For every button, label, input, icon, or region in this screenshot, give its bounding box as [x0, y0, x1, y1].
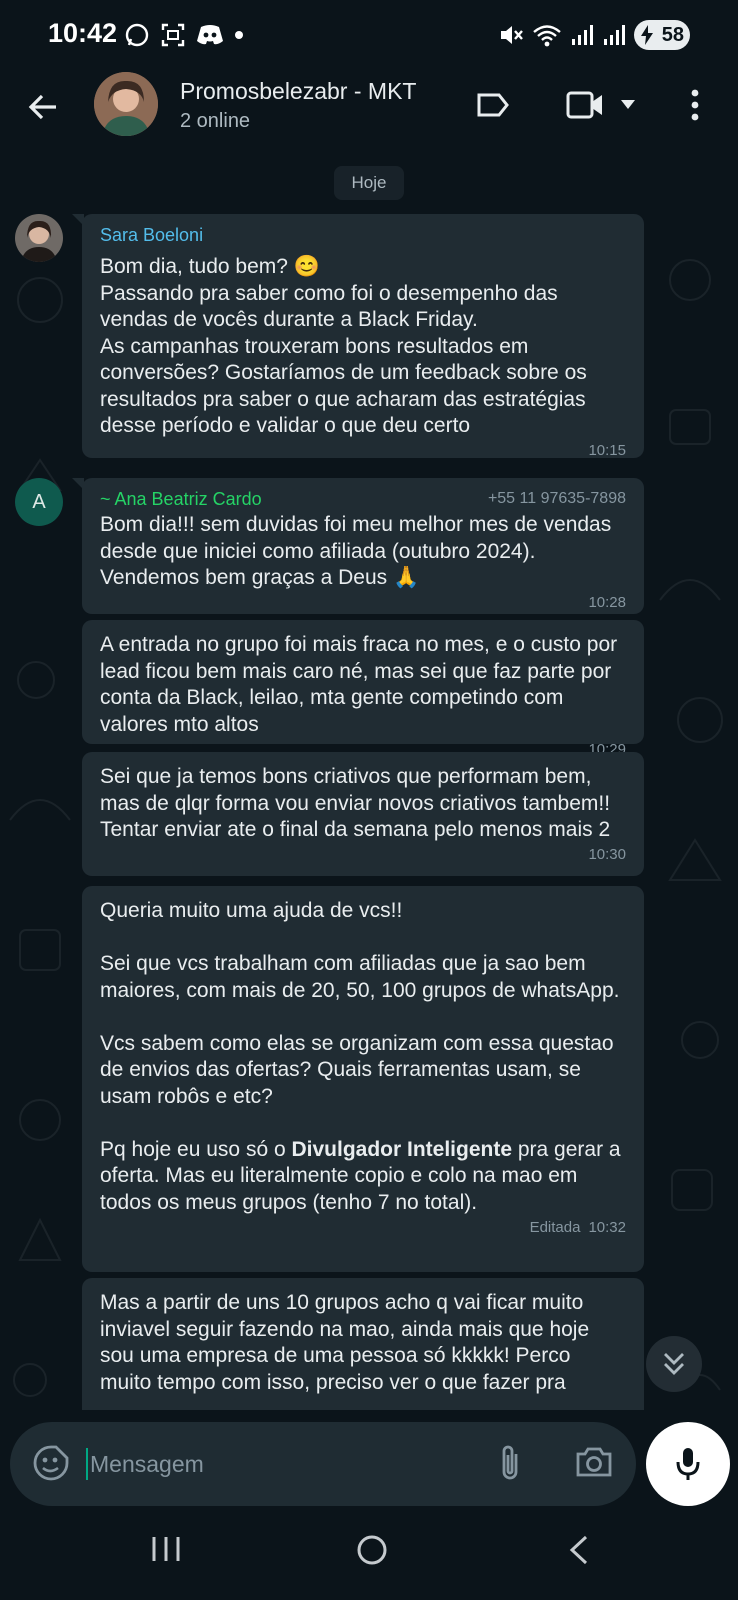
microphone-icon — [676, 1448, 700, 1480]
voice-message-button[interactable] — [646, 1422, 730, 1506]
sender-phone[interactable]: +55 11 97635-7898 — [488, 486, 626, 512]
message-time: 10:32 — [588, 1218, 626, 1236]
message-text: A entrada no grupo foi mais fraca no mes… — [100, 633, 618, 736]
message-text: Bom dia, tudo bem? 😊 Passando pra saber … — [100, 255, 587, 437]
bubble-tail — [72, 214, 84, 226]
double-chevron-down-icon — [664, 1353, 684, 1375]
whatsapp-notification-icon — [125, 23, 149, 47]
message-bubble[interactable]: Sara Boeloni Bom dia, tudo bem? 😊 Passan… — [72, 214, 644, 459]
message-bubble[interactable]: Sei que ja temos bons criativos que perf… — [82, 752, 644, 876]
wifi-icon — [533, 25, 561, 47]
back-arrow-icon[interactable] — [26, 90, 60, 124]
chevron-down-icon[interactable] — [620, 98, 636, 110]
sender-avatar[interactable] — [15, 214, 63, 262]
camera-icon[interactable] — [574, 1444, 614, 1480]
message-meta: 10:15 — [100, 440, 626, 464]
message-time: 10:15 — [588, 442, 626, 460]
label-tag-icon[interactable] — [476, 92, 510, 118]
system-navigation-bar — [0, 1514, 738, 1600]
message-text-bold: Divulgador Inteligente — [291, 1137, 513, 1161]
message-time: 10:28 — [588, 594, 626, 612]
status-system-icons — [498, 22, 626, 48]
day-separator: Hoje — [334, 166, 404, 200]
message-input-bar — [0, 1410, 738, 1514]
more-options-icon[interactable] — [690, 88, 700, 122]
text-caret — [86, 1448, 88, 1480]
charging-bolt-icon — [641, 25, 653, 45]
discord-icon — [197, 25, 223, 45]
back-nav-icon[interactable] — [566, 1534, 590, 1566]
video-call-icon[interactable] — [566, 90, 606, 120]
message-input[interactable] — [90, 1444, 470, 1484]
message-sender[interactable]: Sara Boeloni — [100, 222, 626, 248]
chat-subtitle: 2 online — [180, 110, 251, 132]
bubble-tail — [72, 478, 84, 490]
signal-icon — [572, 25, 593, 45]
message-text: Bom dia!!! sem duvidas foi meu melhor me… — [100, 513, 612, 589]
status-bar: 10:42 58 — [0, 0, 738, 72]
chat-title[interactable]: Promosbelezabr - MKT — [180, 78, 416, 105]
signal-icon-2 — [604, 25, 625, 45]
message-sender[interactable]: ~ Ana Beatriz Cardo — [100, 486, 262, 512]
screenshot-icon — [161, 23, 185, 47]
battery-level: 58 — [661, 23, 684, 46]
message-meta: Editada 10:32 — [100, 1216, 626, 1240]
message-bubble[interactable]: ~ Ana Beatriz Cardo +55 11 97635-7898 Bo… — [72, 478, 644, 616]
paperclip-attach-icon[interactable] — [494, 1442, 526, 1484]
message-bubble[interactable]: Queria muito uma ajuda de vcs!! Sei que … — [82, 886, 644, 1272]
message-text: Mas a partir de uns 10 grupos acho q vai… — [100, 1291, 590, 1394]
sender-avatar-letter[interactable]: A — [15, 478, 63, 526]
chat-area[interactable]: Hoje Sara Boeloni Bom dia, tudo bem? 😊 P… — [0, 160, 738, 1410]
home-icon[interactable] — [356, 1534, 388, 1566]
message-text-part: Queria muito uma ajuda de vcs!! Sei que … — [100, 899, 620, 1161]
message-text: Queria muito uma ajuda de vcs!! Sei que … — [100, 898, 626, 1216]
chat-header: Promosbelezabr - MKT 2 online — [0, 72, 738, 160]
sticker-emoji-icon[interactable] — [32, 1444, 70, 1482]
message-text: Sei que ja temos bons criativos que perf… — [100, 765, 611, 841]
message-meta: 10:30 — [100, 844, 626, 868]
edited-label: Editada — [529, 1218, 581, 1236]
message-bubble[interactable]: A entrada no grupo foi mais fraca no mes… — [82, 620, 644, 758]
message-input-container[interactable] — [10, 1422, 636, 1506]
scroll-to-bottom-button[interactable] — [646, 1336, 702, 1392]
message-bubble[interactable]: Mas a partir de uns 10 grupos acho q vai… — [82, 1278, 644, 1410]
battery-indicator: 58 — [634, 20, 690, 50]
status-time: 10:42 — [48, 18, 118, 48]
message-meta: 10:28 — [100, 592, 626, 616]
mute-icon — [501, 26, 523, 44]
status-notification-icons — [124, 22, 244, 48]
dot-icon — [235, 31, 243, 39]
recent-apps-icon[interactable] — [150, 1534, 182, 1564]
group-avatar[interactable] — [94, 72, 158, 136]
message-time: 10:30 — [588, 846, 626, 864]
